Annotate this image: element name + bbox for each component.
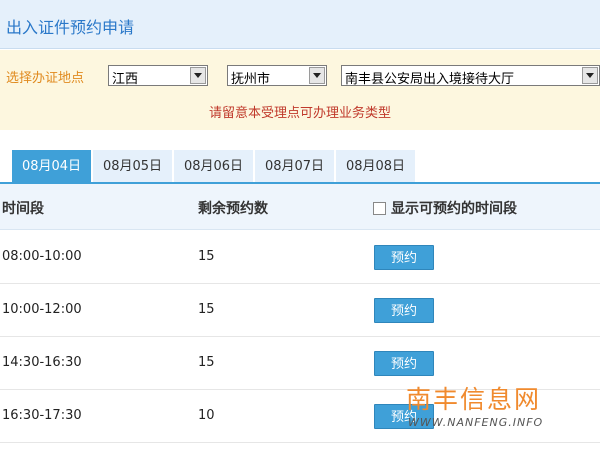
row-remaining: 10 bbox=[198, 408, 215, 423]
show-available-label: 显示可预约的时间段 bbox=[391, 201, 517, 217]
office-select-value: 南丰县公安局出入境接待大厅 bbox=[345, 72, 515, 87]
book-button[interactable]: 预约 bbox=[374, 298, 434, 323]
table-row: 10:00-12:00 15 预约 bbox=[0, 284, 600, 337]
table-row: 08:00-10:00 15 预约 bbox=[0, 231, 600, 284]
watermark-url-text: WWW.NANFENG.INFO bbox=[408, 416, 544, 429]
location-label: 选择办证地点 bbox=[6, 71, 85, 86]
city-select-value: 抚州市 bbox=[231, 72, 271, 87]
site-watermark: 南丰信息网 WWW.NANFENG.INFO bbox=[406, 380, 600, 429]
row-time: 10:00-12:00 bbox=[2, 302, 82, 317]
book-button[interactable]: 预约 bbox=[374, 351, 434, 376]
chevron-down-icon[interactable] bbox=[309, 67, 325, 84]
province-select-value: 江西 bbox=[112, 72, 139, 87]
tab-date-0805[interactable]: 08月05日 bbox=[93, 150, 173, 183]
row-time: 08:00-10:00 bbox=[2, 249, 82, 264]
tab-date-0806[interactable]: 08月06日 bbox=[174, 150, 254, 183]
chevron-down-icon[interactable] bbox=[582, 67, 598, 84]
show-available-toggle[interactable]: 显示可预约的时间段 bbox=[373, 198, 517, 218]
row-time: 14:30-16:30 bbox=[2, 355, 82, 370]
row-remaining: 15 bbox=[198, 249, 215, 264]
office-select[interactable]: 南丰县公安局出入境接待大厅 bbox=[341, 65, 600, 87]
column-header-time: 时间段 bbox=[2, 201, 44, 217]
page-title: 出入证件预约申请 bbox=[6, 18, 135, 37]
tab-date-0804[interactable]: 08月04日 bbox=[12, 150, 92, 183]
row-time: 16:30-17:30 bbox=[2, 408, 82, 423]
column-header-remaining: 剩余预约数 bbox=[198, 201, 268, 217]
chevron-down-icon[interactable] bbox=[190, 67, 206, 84]
row-remaining: 15 bbox=[198, 302, 215, 317]
watermark-cn-text: 南丰信息网 bbox=[406, 385, 542, 414]
book-button[interactable]: 预约 bbox=[374, 245, 434, 270]
tab-date-0807[interactable]: 08月07日 bbox=[255, 150, 335, 183]
city-select[interactable]: 抚州市 bbox=[227, 65, 327, 87]
location-selector-panel: 选择办证地点 江西 抚州市 南丰县公安局出入境接待大厅 请留意本受理点可办理业务… bbox=[0, 50, 600, 130]
tab-date-0808[interactable]: 08月08日 bbox=[336, 150, 416, 183]
title-bar: 出入证件预约申请 bbox=[0, 0, 600, 49]
table-header: 时间段 剩余预约数 显示可预约的时间段 bbox=[0, 184, 600, 230]
province-select[interactable]: 江西 bbox=[108, 65, 208, 87]
business-type-notice: 请留意本受理点可办理业务类型 bbox=[208, 106, 391, 121]
row-remaining: 15 bbox=[198, 355, 215, 370]
show-available-checkbox[interactable] bbox=[373, 201, 386, 215]
